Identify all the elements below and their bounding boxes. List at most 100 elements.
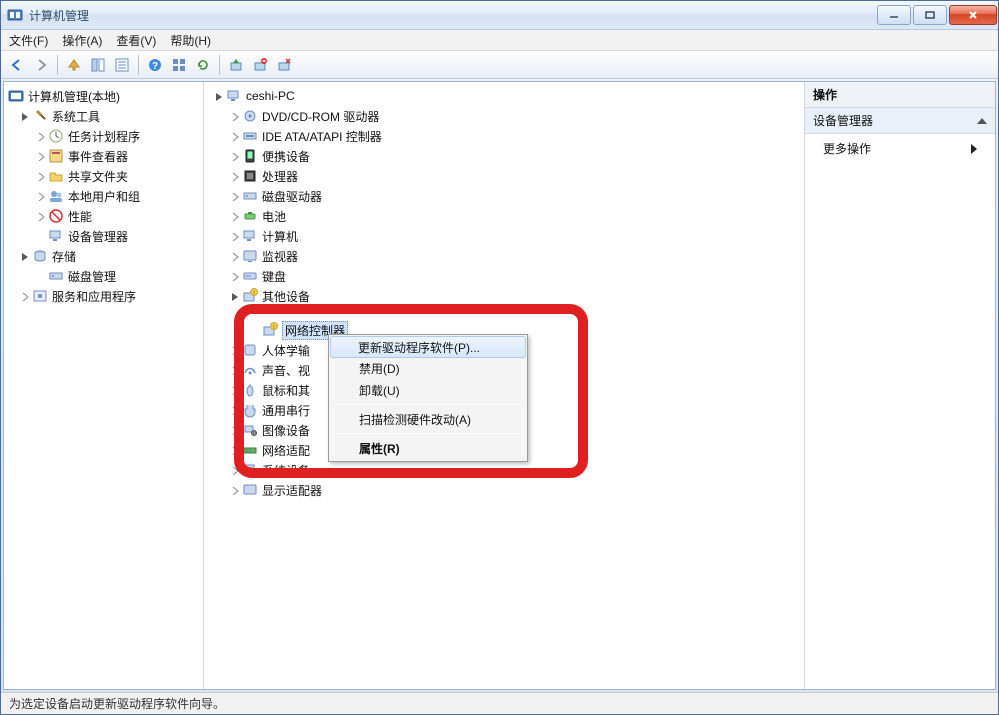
context-menu-properties[interactable]: 属性(R) bbox=[331, 437, 525, 459]
collapse-icon[interactable] bbox=[18, 252, 32, 261]
device-category[interactable]: 电池 bbox=[204, 206, 804, 226]
device-category[interactable]: 系统设备 bbox=[204, 460, 804, 480]
device-category[interactable]: 计算机 bbox=[204, 226, 804, 246]
actions-more[interactable]: 更多操作 bbox=[805, 134, 995, 163]
expand-icon[interactable] bbox=[34, 192, 48, 201]
help-button[interactable]: ? bbox=[144, 54, 166, 76]
expand-icon[interactable] bbox=[228, 486, 242, 495]
device-category-icon bbox=[242, 462, 258, 478]
expand-icon[interactable] bbox=[228, 386, 242, 395]
device-category-icon bbox=[242, 482, 258, 498]
tree-label: 人体学输 bbox=[262, 342, 310, 359]
properties-button[interactable] bbox=[111, 54, 133, 76]
context-menu-scan[interactable]: 扫描检测硬件改动(A) bbox=[331, 408, 525, 430]
tree-label: 监视器 bbox=[262, 248, 298, 265]
menu-help[interactable]: 帮助(H) bbox=[170, 32, 211, 49]
device-category[interactable]: 处理器 bbox=[204, 166, 804, 186]
device-category[interactable]: IDE ATA/ATAPI 控制器 bbox=[204, 126, 804, 146]
device-category-icon bbox=[242, 208, 258, 224]
device-category[interactable]: DVD/CD-ROM 驱动器 bbox=[204, 106, 804, 126]
device-category-icon bbox=[242, 128, 258, 144]
tools-icon bbox=[32, 108, 48, 124]
svg-text:?: ? bbox=[152, 61, 158, 72]
computer-management-icon bbox=[8, 88, 24, 104]
expand-icon[interactable] bbox=[228, 346, 242, 355]
device-category[interactable]: 键盘 bbox=[204, 266, 804, 286]
expand-icon[interactable] bbox=[228, 172, 242, 181]
tree-root-computer-management[interactable]: 计算机管理(本地) bbox=[4, 86, 203, 106]
menubar: 文件(F) 操作(A) 查看(V) 帮助(H) bbox=[1, 30, 998, 51]
up-button[interactable] bbox=[63, 54, 85, 76]
context-menu-uninstall[interactable]: 卸载(U) bbox=[331, 379, 525, 401]
device-category-other[interactable]: ! 其他设备 bbox=[204, 286, 804, 306]
tree-label: 显示适配器 bbox=[262, 482, 322, 499]
expand-icon[interactable] bbox=[228, 272, 242, 281]
tree-node-local-users[interactable]: 本地用户和组 bbox=[4, 186, 203, 206]
expand-icon[interactable] bbox=[228, 152, 242, 161]
expand-icon[interactable] bbox=[34, 132, 48, 141]
expand-icon[interactable] bbox=[228, 252, 242, 261]
uninstall-button[interactable] bbox=[273, 54, 295, 76]
expand-icon[interactable] bbox=[228, 112, 242, 121]
device-category[interactable]: 磁盘驱动器 bbox=[204, 186, 804, 206]
expand-icon[interactable] bbox=[34, 172, 48, 181]
expand-icon[interactable] bbox=[34, 212, 48, 221]
back-button[interactable] bbox=[6, 54, 28, 76]
expand-icon[interactable] bbox=[228, 132, 242, 141]
device-category[interactable]: 显示适配器 bbox=[204, 480, 804, 500]
menu-action[interactable]: 操作(A) bbox=[62, 32, 102, 49]
expand-icon[interactable] bbox=[228, 466, 242, 475]
maximize-button[interactable] bbox=[913, 5, 947, 25]
view-mode-button[interactable] bbox=[168, 54, 190, 76]
expand-icon[interactable] bbox=[18, 292, 32, 301]
tree-node-disk-management[interactable]: 磁盘管理 bbox=[4, 266, 203, 286]
context-menu-disable[interactable]: 禁用(D) bbox=[331, 357, 525, 379]
menu-file[interactable]: 文件(F) bbox=[9, 32, 48, 49]
menu-view[interactable]: 查看(V) bbox=[116, 32, 156, 49]
device-category-icon bbox=[242, 362, 258, 378]
tree-label: 事件查看器 bbox=[68, 148, 128, 165]
collapse-icon[interactable] bbox=[18, 112, 32, 121]
tree-label: 便携设备 bbox=[262, 148, 310, 165]
device-category[interactable]: 便携设备 bbox=[204, 146, 804, 166]
update-driver-button[interactable] bbox=[225, 54, 247, 76]
collapse-icon[interactable] bbox=[228, 292, 242, 301]
expand-icon[interactable] bbox=[228, 426, 242, 435]
expand-icon[interactable] bbox=[228, 366, 242, 375]
expand-icon[interactable] bbox=[228, 232, 242, 241]
actions-section[interactable]: 设备管理器 bbox=[805, 108, 995, 134]
tree-label: 系统工具 bbox=[52, 108, 100, 125]
disable-button[interactable] bbox=[249, 54, 271, 76]
expand-icon[interactable] bbox=[228, 446, 242, 455]
device-root[interactable]: ceshi-PC bbox=[204, 86, 804, 106]
tree-label: 计算机 bbox=[262, 228, 298, 245]
window-buttons bbox=[876, 5, 998, 25]
tree-node-event-viewer[interactable]: 事件查看器 bbox=[4, 146, 203, 166]
tree-node-services-apps[interactable]: 服务和应用程序 bbox=[4, 286, 203, 306]
other-devices-icon: ! bbox=[242, 288, 258, 304]
forward-button[interactable] bbox=[30, 54, 52, 76]
statusbar: 为选定设备启动更新驱动程序软件向导。 bbox=[1, 692, 998, 714]
expand-icon[interactable] bbox=[228, 406, 242, 415]
tree-node-shared-folders[interactable]: 共享文件夹 bbox=[4, 166, 203, 186]
tree-node-device-manager[interactable]: 设备管理器 bbox=[4, 226, 203, 246]
expand-icon[interactable] bbox=[228, 192, 242, 201]
tree-node-system-tools[interactable]: 系统工具 bbox=[4, 106, 203, 126]
expand-icon[interactable] bbox=[228, 212, 242, 221]
tree-node-task-scheduler[interactable]: 任务计划程序 bbox=[4, 126, 203, 146]
expand-icon[interactable] bbox=[34, 152, 48, 161]
close-button[interactable] bbox=[949, 5, 997, 25]
tree-node-performance[interactable]: 性能 bbox=[4, 206, 203, 226]
tree-label: DVD/CD-ROM 驱动器 bbox=[262, 108, 379, 125]
toolbar-separator bbox=[219, 55, 220, 75]
show-hide-tree-button[interactable] bbox=[87, 54, 109, 76]
context-menu-update-driver[interactable]: 更新驱动程序软件(P)... bbox=[330, 336, 526, 358]
minimize-button[interactable] bbox=[877, 5, 911, 25]
device-category[interactable]: 监视器 bbox=[204, 246, 804, 266]
tree-node-storage[interactable]: 存储 bbox=[4, 246, 203, 266]
disk-icon bbox=[48, 268, 64, 284]
refresh-button[interactable] bbox=[192, 54, 214, 76]
device-tree-pane: ceshi-PC DVD/CD-ROM 驱动器IDE ATA/ATAPI 控制器… bbox=[204, 82, 805, 689]
collapse-icon[interactable] bbox=[212, 92, 226, 101]
device-category-icon bbox=[242, 422, 258, 438]
